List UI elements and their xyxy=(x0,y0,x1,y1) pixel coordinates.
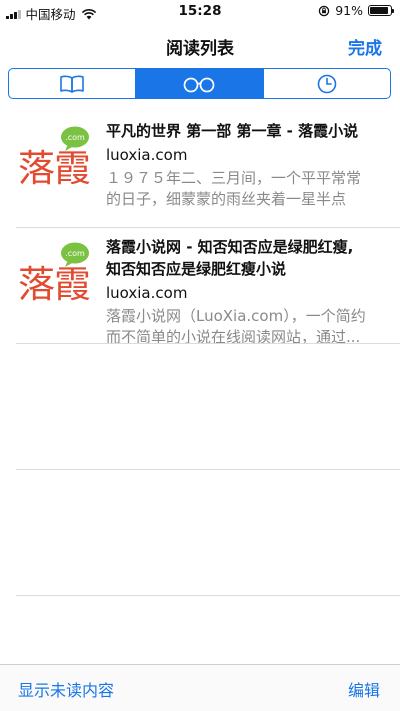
navigation-bar: 阅读列表 完成 xyxy=(0,22,400,66)
segmented-control xyxy=(8,68,391,99)
clock-icon xyxy=(317,74,337,93)
logo-badge-text: .com xyxy=(65,133,85,142)
item-snippet: 落霞小说网（LuoXia.com），一个简约 而不简单的小说在线阅读网站，通过.… xyxy=(106,307,366,346)
list-item[interactable]: .com 落霞 平凡的世界 第一部 第一章 - 落霞小说 luoxia.com … xyxy=(0,112,400,228)
battery-icon xyxy=(368,5,394,16)
segment-bookmarks[interactable] xyxy=(9,69,135,98)
rotation-lock-icon xyxy=(318,5,330,16)
book-icon xyxy=(60,75,84,93)
glasses-icon xyxy=(184,77,215,92)
site-logo: .com 落霞 xyxy=(18,242,94,306)
bottom-toolbar: 显示未读内容 编辑 xyxy=(0,664,400,711)
item-domain: luoxia.com xyxy=(106,284,188,302)
item-domain: luoxia.com xyxy=(106,146,188,164)
done-button[interactable]: 完成 xyxy=(348,34,382,59)
divider xyxy=(16,595,400,596)
page-title: 阅读列表 xyxy=(166,39,234,59)
battery-percent: 91% xyxy=(335,3,363,18)
reading-list: .com 落霞 平凡的世界 第一部 第一章 - 落霞小说 luoxia.com … xyxy=(0,112,400,596)
segment-history[interactable] xyxy=(262,69,390,98)
item-title: 平凡的世界 第一部 第一章 - 落霞小说 xyxy=(106,122,359,140)
empty-row xyxy=(0,344,400,470)
segment-reading-list[interactable] xyxy=(135,69,263,98)
show-unread-button[interactable]: 显示未读内容 xyxy=(18,677,114,701)
item-title: 落霞小说网 - 知否知否应是绿肥红瘦, 知否知否应是绿肥红瘦小说 xyxy=(106,238,354,278)
empty-row xyxy=(0,470,400,596)
site-logo: .com 落霞 xyxy=(18,126,94,190)
logo-text: 落霞 xyxy=(18,147,91,190)
logo-text: 落霞 xyxy=(18,263,91,306)
status-bar: 中国移动 15:28 91% xyxy=(0,0,400,22)
logo-badge-text: .com xyxy=(65,249,85,258)
item-snippet: １９７５年二、三月间，一个平平常常 的日子，细蒙蒙的雨丝夹着一星半点 xyxy=(106,169,362,208)
edit-button[interactable]: 编辑 xyxy=(348,677,380,701)
list-item[interactable]: .com 落霞 落霞小说网 - 知否知否应是绿肥红瘦, 知否知否应是绿肥红瘦小说… xyxy=(0,228,400,346)
